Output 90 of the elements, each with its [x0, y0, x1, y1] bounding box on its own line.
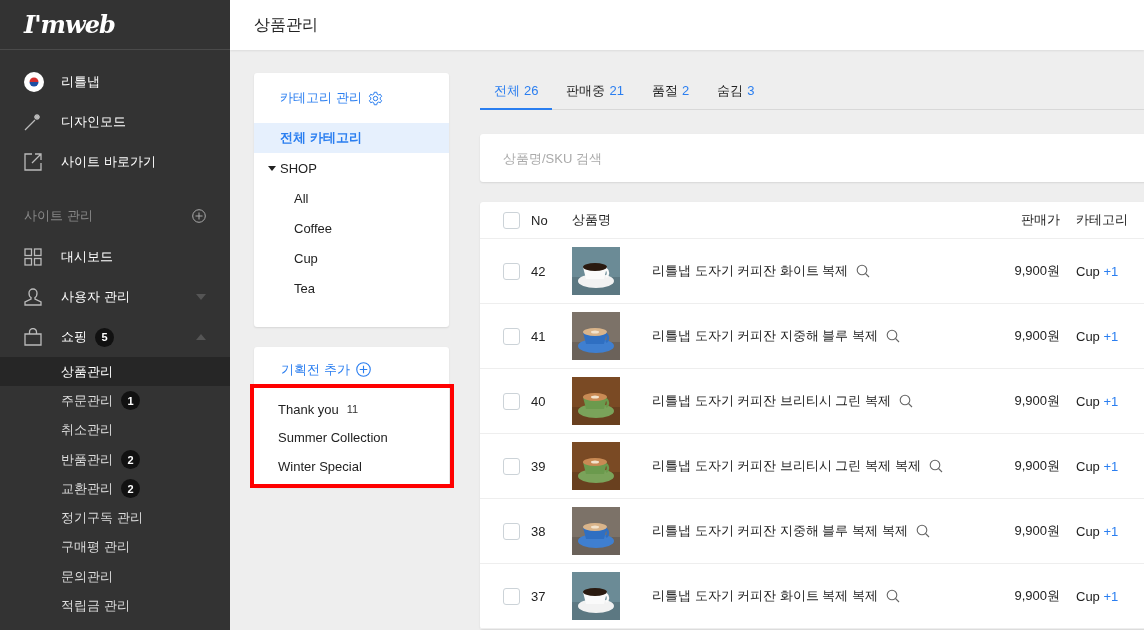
row-checkbox[interactable]: [503, 522, 520, 540]
count-badge: 1: [121, 391, 140, 411]
submenu-item[interactable]: 취소관리: [0, 415, 230, 445]
category-cell-text: Cup +1: [1076, 393, 1120, 409]
wand-icon: [24, 113, 42, 131]
count-badge: 2: [121, 479, 140, 499]
flag-icon: [24, 72, 44, 92]
bag-icon: [24, 328, 42, 346]
column-header: 판매가: [1020, 211, 1061, 229]
product-name[interactable]: 리틀냅 도자기 커피잔 화이트 복제: [652, 262, 849, 280]
search-icon[interactable]: [886, 329, 901, 343]
product-name[interactable]: 리틀냅 도자기 커피잔 지중해 블루 복제: [652, 327, 879, 345]
sidebar-link[interactable]: 디자인모드: [0, 102, 230, 142]
category-item[interactable]: All: [254, 183, 449, 213]
filter-tab[interactable]: 숨김 3: [703, 73, 769, 110]
submenu-item[interactable]: 적립금 관리: [0, 591, 230, 621]
submenu-item[interactable]: 반품관리 2: [0, 444, 230, 475]
logo[interactable]: I'mweb: [24, 10, 115, 39]
search-icon[interactable]: [928, 459, 943, 473]
category-cell-text: Cup +1: [1076, 263, 1120, 279]
filter-tab[interactable]: 전체 26: [480, 73, 553, 110]
add-icon[interactable]: [355, 362, 371, 377]
caret-up-icon[interactable]: [196, 334, 206, 340]
item-count: 11: [346, 403, 359, 416]
count-badge: 2: [121, 450, 140, 470]
number-cell-text: 39: [531, 458, 547, 474]
category-cell-text: Cup +1: [1076, 458, 1120, 474]
submenu-item[interactable]: 교환관리 2: [0, 474, 230, 504]
sidebar-link[interactable]: 사이트 바로가기: [0, 142, 230, 182]
column-header: 상품명: [572, 211, 612, 229]
filter-tab[interactable]: 품절 2: [637, 73, 704, 110]
exhibition-item[interactable]: Summer Collection: [254, 423, 449, 452]
number-cell-text: 41: [531, 328, 547, 344]
user-icon: [24, 288, 42, 306]
search-icon[interactable]: [856, 264, 871, 278]
product-name[interactable]: 리틀냅 도자기 커피잔 지중해 블루 복제 복제: [652, 522, 908, 540]
sidebar-item[interactable]: 대시보드: [0, 237, 230, 277]
row-checkbox[interactable]: [503, 262, 520, 280]
product-name[interactable]: 리틀냅 도자기 커피잔 브리티시 그린 복제 복제: [652, 457, 921, 475]
exhibition-item[interactable]: Thank you 11: [254, 395, 449, 424]
price-cell-text: 9,900원: [1013, 522, 1061, 540]
submenu-item[interactable]: 주문관리 1: [0, 386, 230, 416]
category-item[interactable]: Coffee: [254, 213, 449, 243]
category-cell-text: Cup +1: [1076, 588, 1120, 604]
column-header: No: [531, 212, 549, 228]
submenu-item[interactable]: 정기구독 관리: [0, 503, 230, 533]
product-name[interactable]: 리틀냅 도자기 커피잔 화이트 복제 복제: [652, 587, 879, 605]
row-checkbox[interactable]: [503, 457, 520, 475]
add-icon[interactable]: [192, 209, 206, 223]
price-cell-text: 9,900원: [1013, 587, 1061, 605]
number-cell-text: 40: [531, 393, 547, 409]
submenu-item[interactable]: 구매평 관리: [0, 532, 230, 563]
submenu-item[interactable]: 상품관리: [0, 357, 230, 387]
number-cell-text: 37: [531, 588, 547, 604]
select-all-checkbox[interactable]: [503, 211, 520, 229]
category-cell-text: Cup +1: [1076, 523, 1120, 539]
count-badge: 5: [95, 327, 114, 347]
search-icon[interactable]: [886, 589, 901, 603]
price-cell-text: 9,900원: [1013, 392, 1061, 410]
number-cell-text: 42: [531, 263, 547, 279]
product-name[interactable]: 리틀냅 도자기 커피잔 브리티시 그린 복제: [652, 392, 892, 410]
price-cell-text: 9,900원: [1013, 327, 1061, 345]
exhibition-item[interactable]: Winter Special: [254, 452, 449, 481]
search-icon[interactable]: [915, 524, 930, 538]
column-header: 카테고리: [1076, 211, 1129, 229]
number-cell-text: 38: [531, 523, 547, 539]
external-link-icon: [24, 153, 42, 171]
grid-icon: [24, 248, 42, 266]
category-item[interactable]: Tea: [254, 273, 449, 303]
page-title: 상품관리: [254, 14, 318, 35]
section-title: 사이트 관리: [24, 207, 94, 225]
submenu-item[interactable]: 문의관리: [0, 562, 230, 592]
price-cell-text: 9,900원: [1013, 262, 1061, 280]
row-checkbox[interactable]: [503, 587, 520, 605]
price-cell-text: 9,900원: [1013, 457, 1061, 475]
category-item[interactable]: SHOP: [254, 153, 449, 183]
category-item[interactable]: Cup: [254, 243, 449, 273]
search-icon[interactable]: [899, 394, 914, 408]
sidebar-item[interactable]: 사용자 관리: [0, 277, 230, 317]
sidebar-link[interactable]: 리틀냅: [0, 62, 230, 102]
search-field[interactable]: 상품명/SKU 검색: [480, 134, 1144, 182]
settings-icon[interactable]: [367, 90, 383, 106]
category-cell-text: Cup +1: [1076, 328, 1120, 344]
category-manage-link[interactable]: 카테고리 관리: [280, 89, 362, 107]
row-checkbox[interactable]: [503, 327, 520, 345]
row-checkbox[interactable]: [503, 392, 520, 410]
filter-tab[interactable]: 판매중 21: [552, 73, 638, 110]
add-exhibition-link[interactable]: 기획전 추가: [281, 360, 350, 379]
sidebar-item[interactable]: 쇼핑 5: [0, 317, 230, 357]
caret-down-icon[interactable]: [268, 164, 276, 172]
